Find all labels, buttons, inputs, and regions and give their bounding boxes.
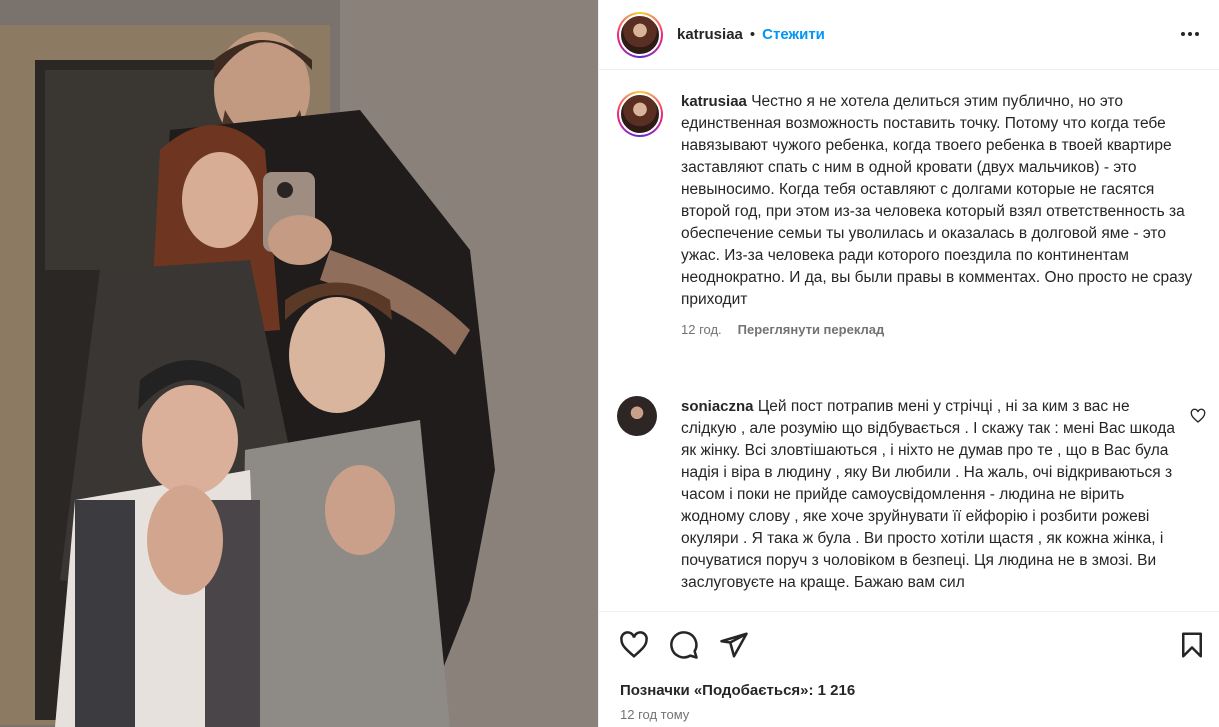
follow-button[interactable]: Стежити xyxy=(762,26,825,43)
heart-icon[interactable] xyxy=(619,630,649,660)
separator-dot: • xyxy=(749,26,756,43)
photo-illustration xyxy=(0,0,598,727)
comment-like-icon[interactable] xyxy=(1190,408,1206,424)
comment-icon[interactable] xyxy=(669,630,699,660)
bookmark-icon[interactable] xyxy=(1177,630,1207,660)
caption-age[interactable]: 12 год. xyxy=(681,319,722,341)
author-avatar[interactable] xyxy=(617,11,663,58)
comment-text: Цей пост потрапив мені у стрічці , ні за… xyxy=(681,398,1175,591)
caption-body: katrusiaa Честно я не хотела делиться эт… xyxy=(681,91,1201,341)
post-timestamp[interactable]: 12 год тому xyxy=(620,707,689,722)
post-side-panel: katrusiaa • Стежити katrusiaa Честно я н… xyxy=(598,0,1219,727)
caption-item: katrusiaa Честно я не хотела делиться эт… xyxy=(617,91,1201,341)
post-actions: Позначки «Подобається»: 1 216 12 год том… xyxy=(599,611,1219,727)
caption-meta: 12 год. Переглянути переклад xyxy=(681,319,1201,341)
comment-username[interactable]: soniaczna xyxy=(681,398,754,415)
more-options-button[interactable] xyxy=(1178,22,1202,46)
more-icon xyxy=(1181,32,1199,36)
header-user-line: katrusiaa • Стежити xyxy=(677,26,825,43)
comment-item: soniaczna Цей пост потрапив мені у стріч… xyxy=(617,396,1176,594)
see-translation-link[interactable]: Переглянути переклад xyxy=(738,319,885,341)
caption-username[interactable]: katrusiaa xyxy=(681,93,747,110)
commenter-avatar[interactable] xyxy=(617,396,657,436)
comments-section[interactable]: katrusiaa Честно я не хотела делиться эт… xyxy=(599,71,1219,611)
share-icon[interactable] xyxy=(719,630,749,660)
author-username[interactable]: katrusiaa xyxy=(677,26,743,43)
caption-text: Честно я не хотела делиться этим публичн… xyxy=(681,93,1193,308)
post-header: katrusiaa • Стежити xyxy=(599,0,1219,70)
comment-body: soniaczna Цей пост потрапив мені у стріч… xyxy=(681,396,1176,594)
likes-count[interactable]: Позначки «Подобається»: 1 216 xyxy=(620,682,855,699)
caption-avatar[interactable] xyxy=(617,91,663,137)
post-photo[interactable] xyxy=(0,0,598,727)
